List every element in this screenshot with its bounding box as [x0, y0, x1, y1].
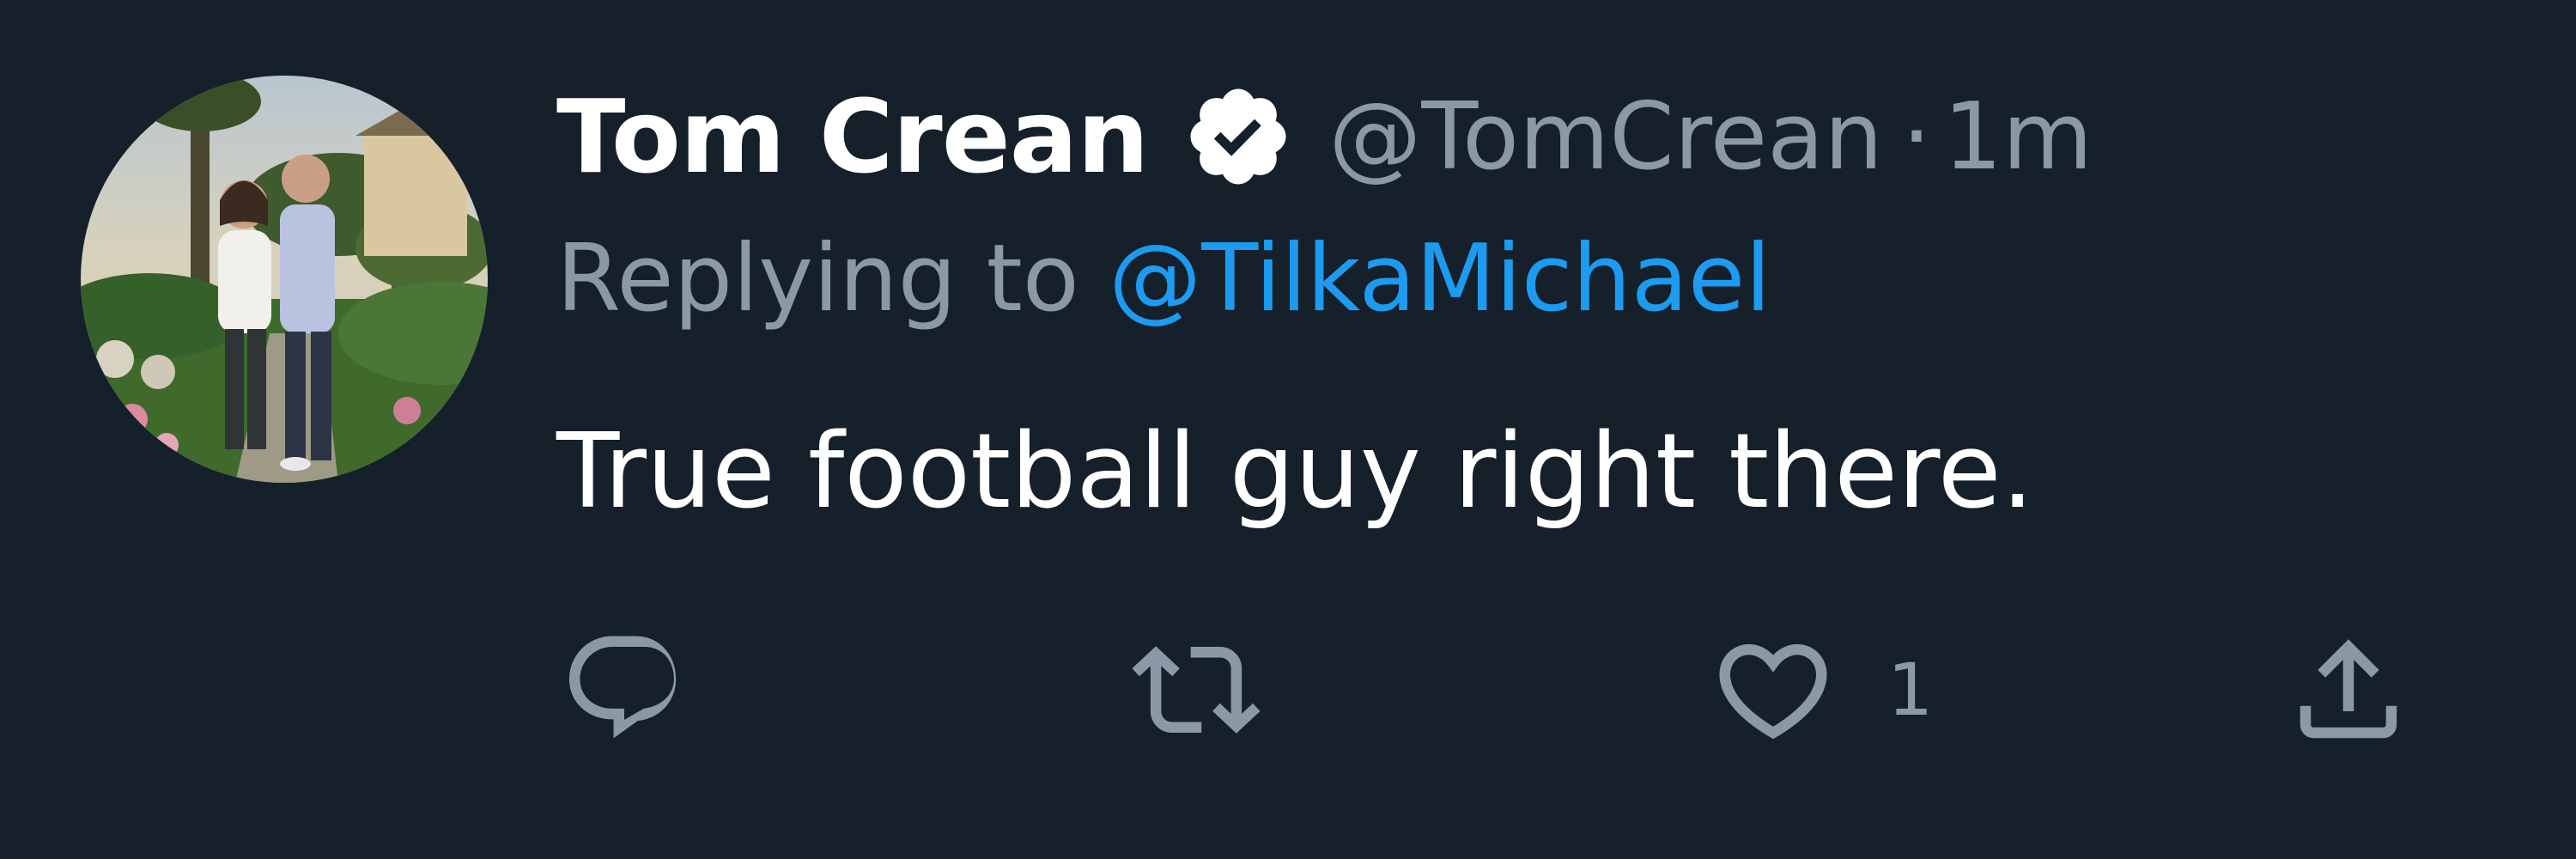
reply-button[interactable] — [560, 625, 689, 754]
avatar[interactable] — [81, 76, 488, 483]
reply-mention-link[interactable]: @TilkaMichael — [1109, 225, 1771, 332]
retweet-button[interactable] — [1132, 625, 1261, 754]
replying-to-label: Replying to — [556, 225, 1079, 332]
display-name[interactable]: Tom Crean — [556, 77, 1149, 196]
timestamp[interactable]: 1m — [1943, 83, 2093, 191]
reply-icon — [560, 625, 689, 754]
tweet-header: Tom Crean @TomCrean · 1m — [556, 72, 2093, 201]
verified-badge-icon — [1182, 81, 1294, 192]
tweet-text: True football guy right there. — [556, 412, 2034, 532]
share-button[interactable] — [2284, 625, 2413, 754]
like-count: 1 — [1887, 648, 1934, 732]
heart-icon — [1709, 625, 1838, 754]
retweet-icon — [1132, 625, 1261, 754]
share-icon — [2284, 625, 2413, 754]
tweet-card: Tom Crean @TomCrean · 1m Replying to @Ti… — [0, 0, 2576, 859]
replying-to-line: Replying to @TilkaMichael — [556, 225, 1771, 332]
like-button[interactable]: 1 — [1709, 625, 1933, 754]
separator-dot: · — [1901, 82, 1932, 191]
user-handle[interactable]: @TomCrean — [1328, 83, 1882, 191]
